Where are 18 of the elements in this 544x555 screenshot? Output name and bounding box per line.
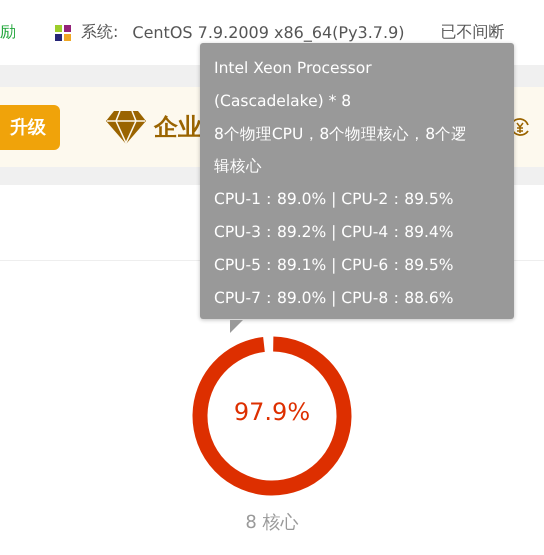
uptime-label: 已不间断 [440,22,504,43]
upgrade-button[interactable]: 升级 [0,104,60,150]
reward-link[interactable]: 励 [0,22,16,43]
system-label: 系统: [81,22,118,43]
core-count: 8 核心 [245,511,299,534]
tooltip-line: 辑核心 [214,156,263,178]
tooltip-line: CPU-1：89.0% | CPU-2：89.5% [214,189,454,210]
tooltip-line: Intel Xeon Processor [214,58,373,79]
tooltip-line: CPU-7：89.0% | CPU-8：88.6% [214,288,454,309]
tooltip-line: 8个物理CPU，8个物理核心，8个逻 [214,124,468,145]
tooltip-line: CPU-3：89.2% | CPU-4：89.4% [214,222,454,243]
tooltip-line: CPU-5：89.1% | CPU-6：89.5% [214,254,454,276]
diamond-icon [106,109,146,145]
usage-value: 97.9% [232,398,312,426]
centos-logo-icon [53,22,73,42]
system-value: CentOS 7.9.2009 x86_64(Py3.7.9) [132,23,404,42]
tooltip-line: (Cascadelake) * 8 [214,90,352,112]
edition-title: 企业 [154,112,202,143]
